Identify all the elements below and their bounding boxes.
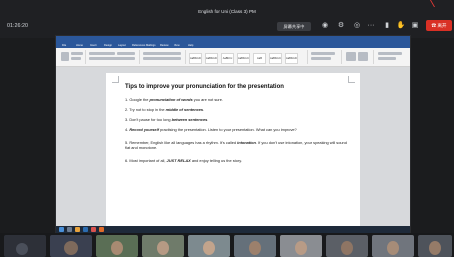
participant-tile[interactable] [50, 235, 92, 257]
styles-group: AaBbCcDc AaBbCcDc AaBbCc AaBbCcC AaB AaBbCcC A… [187, 50, 308, 64]
meeting-top-bar [0, 0, 454, 38]
start-icon[interactable] [59, 227, 64, 232]
document-page[interactable]: Tips to improve your pronunciation for t… [106, 73, 360, 226]
participant-tile[interactable] [372, 235, 414, 257]
search-icon[interactable] [67, 227, 72, 232]
style-preset[interactable]: AaBbCcDc [189, 53, 202, 64]
participant-tile[interactable] [142, 235, 184, 257]
meeting-title: English for Uni (Class 3) PM [198, 9, 256, 14]
style-preset[interactable]: AaBbCcDc [205, 53, 218, 64]
participant-tile[interactable] [326, 235, 368, 257]
word-title-bar [56, 36, 410, 43]
hand-icon[interactable]: ✋ [396, 21, 406, 31]
style-preset[interactable]: AaBbCcC [237, 53, 250, 64]
explorer-icon[interactable] [75, 227, 80, 232]
tip-item-2: 2. Try not to stop in the middle of sent… [125, 107, 205, 112]
editor-group [375, 50, 407, 64]
participant-tile[interactable] [280, 235, 322, 257]
shared-screen: File Home Insert Design Layout References Mail… [56, 36, 410, 233]
document-area: Tips to improve your pronunciation for t… [56, 67, 410, 226]
style-preset[interactable]: AaB [253, 53, 266, 64]
meeting-timer: 01:26:20 [7, 23, 28, 29]
participant-tile[interactable] [418, 235, 452, 257]
clipboard-group [59, 50, 86, 64]
mic-icon[interactable]: ▮ [382, 21, 392, 31]
app-icon[interactable] [91, 227, 96, 232]
screen-sharing-label[interactable]: 屏幕共享中 [277, 22, 311, 31]
more-icon[interactable]: ··· [366, 21, 376, 31]
participant-tile[interactable] [188, 235, 230, 257]
document-heading: Tips to improve your pronunciation for t… [125, 84, 284, 90]
style-preset[interactable]: AaBbCcDc [285, 53, 298, 64]
font-group [87, 50, 140, 64]
participants-icon[interactable]: ◉ [320, 21, 330, 31]
word-ribbon: AaBbCcDc AaBbCcDc AaBbCc AaBbCcC AaB AaBbCcC A… [56, 48, 410, 67]
style-preset[interactable]: AaBbCcC [269, 53, 282, 64]
tip-item-4: 4. Record yourself practising the presen… [125, 127, 297, 132]
leave-button[interactable]: ☎ 离开 [426, 20, 452, 31]
participant-gallery [0, 233, 454, 257]
tip-item-1: 1. Google the pronunciation of words you… [125, 97, 223, 102]
editing-group [309, 50, 342, 64]
tip-item-6: 6. Most important of all, JUST RELAX and… [125, 158, 242, 163]
tip-item-3: 3. Don't pause for too long between sent… [125, 117, 209, 122]
powerpoint-icon[interactable] [99, 227, 104, 232]
participant-tile[interactable] [234, 235, 276, 257]
tip-item-5: 5. Remember, English like all languages … [125, 140, 347, 150]
style-preset[interactable]: AaBbCc [221, 53, 234, 64]
paragraph-group [141, 50, 186, 64]
share-screen-icon[interactable]: ▣ [410, 21, 420, 31]
voice-group [343, 50, 374, 64]
word-icon[interactable] [83, 227, 88, 232]
windows-taskbar [56, 226, 410, 233]
participant-tile[interactable] [96, 235, 138, 257]
participant-tile[interactable] [4, 235, 46, 257]
camera-icon[interactable]: ◎ [352, 21, 362, 31]
settings-icon[interactable]: ⚙ [336, 21, 346, 31]
